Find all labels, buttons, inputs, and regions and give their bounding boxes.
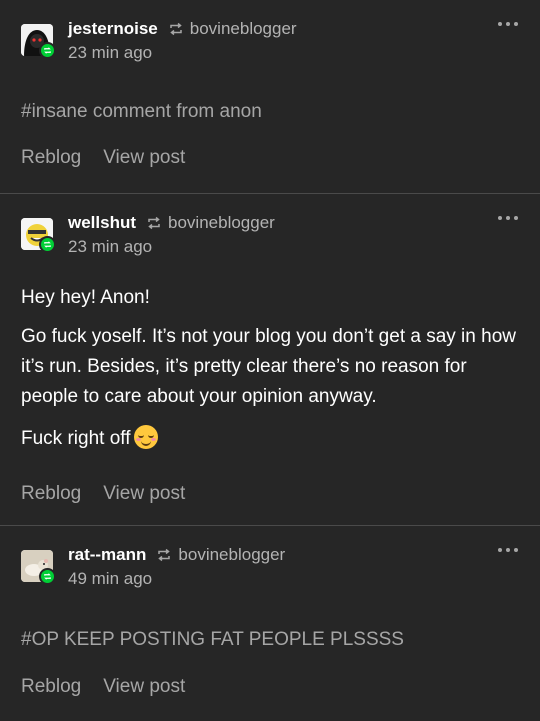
post-paragraph: Go fuck yoself. It’s not your blog you d…	[21, 326, 516, 407]
post-meta: rat--mann bovineblogger 49 min ago	[68, 545, 285, 589]
post-meta: jesternoise bovineblogger 23 min ago	[68, 19, 297, 63]
post-paragraph-with-emoji: Fuck right off	[21, 424, 519, 454]
reblog-button[interactable]: Reblog	[21, 147, 81, 169]
username-link[interactable]: rat--mann	[68, 545, 146, 565]
post-actions: Reblog View post	[0, 676, 540, 698]
reblog-button[interactable]: Reblog	[21, 676, 81, 698]
post-wellshut: wellshut bovineblogger 23 min ago Hey he…	[0, 193, 540, 525]
reblog-badge-icon	[39, 42, 56, 59]
post-timestamp: 23 min ago	[68, 237, 153, 256]
post-body: #insane comment from anon	[0, 62, 540, 124]
post-body: Hey hey! Anon! Go fuck yoself. It’s not …	[0, 256, 540, 454]
post-actions: Reblog View post	[0, 483, 540, 505]
post-jesternoise: jesternoise bovineblogger 23 min ago #in…	[0, 0, 540, 193]
reblog-icon	[156, 548, 172, 562]
more-options-icon[interactable]	[498, 22, 518, 26]
post-paragraph: Hey hey! Anon!	[21, 287, 150, 308]
post-body: #OP KEEP POSTING FAT PEOPLE PLSSSS	[0, 588, 540, 652]
reblog-badge-icon	[39, 568, 56, 585]
post-attribution: wellshut bovineblogger	[68, 213, 275, 233]
post-attribution: rat--mann bovineblogger	[68, 545, 285, 565]
username-link[interactable]: jesternoise	[68, 19, 158, 39]
more-options-icon[interactable]	[498, 548, 518, 552]
reblog-icon	[168, 22, 184, 36]
reblog-source-link[interactable]: bovineblogger	[168, 213, 275, 233]
post-header: wellshut bovineblogger 23 min ago	[0, 194, 540, 256]
post-attribution: jesternoise bovineblogger	[68, 19, 297, 39]
reblog-icon	[146, 216, 162, 230]
reblog-source-link[interactable]: bovineblogger	[178, 545, 285, 565]
post-header: rat--mann bovineblogger 49 min ago	[0, 526, 540, 588]
view-post-button[interactable]: View post	[103, 483, 185, 505]
post-actions: Reblog View post	[0, 147, 540, 169]
smiling-face-emoji-icon	[134, 425, 159, 449]
view-post-button[interactable]: View post	[103, 676, 185, 698]
post-tags[interactable]: #insane comment from anon	[21, 100, 519, 124]
post-timestamp: 49 min ago	[68, 569, 153, 588]
view-post-button[interactable]: View post	[103, 147, 185, 169]
post-meta: wellshut bovineblogger 23 min ago	[68, 213, 275, 257]
username-link[interactable]: wellshut	[68, 213, 136, 233]
post-paragraph: Fuck right off	[21, 428, 131, 449]
post-tags[interactable]: #OP KEEP POSTING FAT PEOPLE PLSSSS	[21, 628, 519, 652]
reblog-button[interactable]: Reblog	[21, 483, 81, 505]
post-header: jesternoise bovineblogger 23 min ago	[0, 0, 540, 62]
reblog-badge-icon	[39, 236, 56, 253]
reblog-source-link[interactable]: bovineblogger	[190, 19, 297, 39]
post-rat-mann: rat--mann bovineblogger 49 min ago #OP K…	[0, 525, 540, 721]
more-options-icon[interactable]	[498, 216, 518, 220]
post-timestamp: 23 min ago	[68, 43, 153, 62]
